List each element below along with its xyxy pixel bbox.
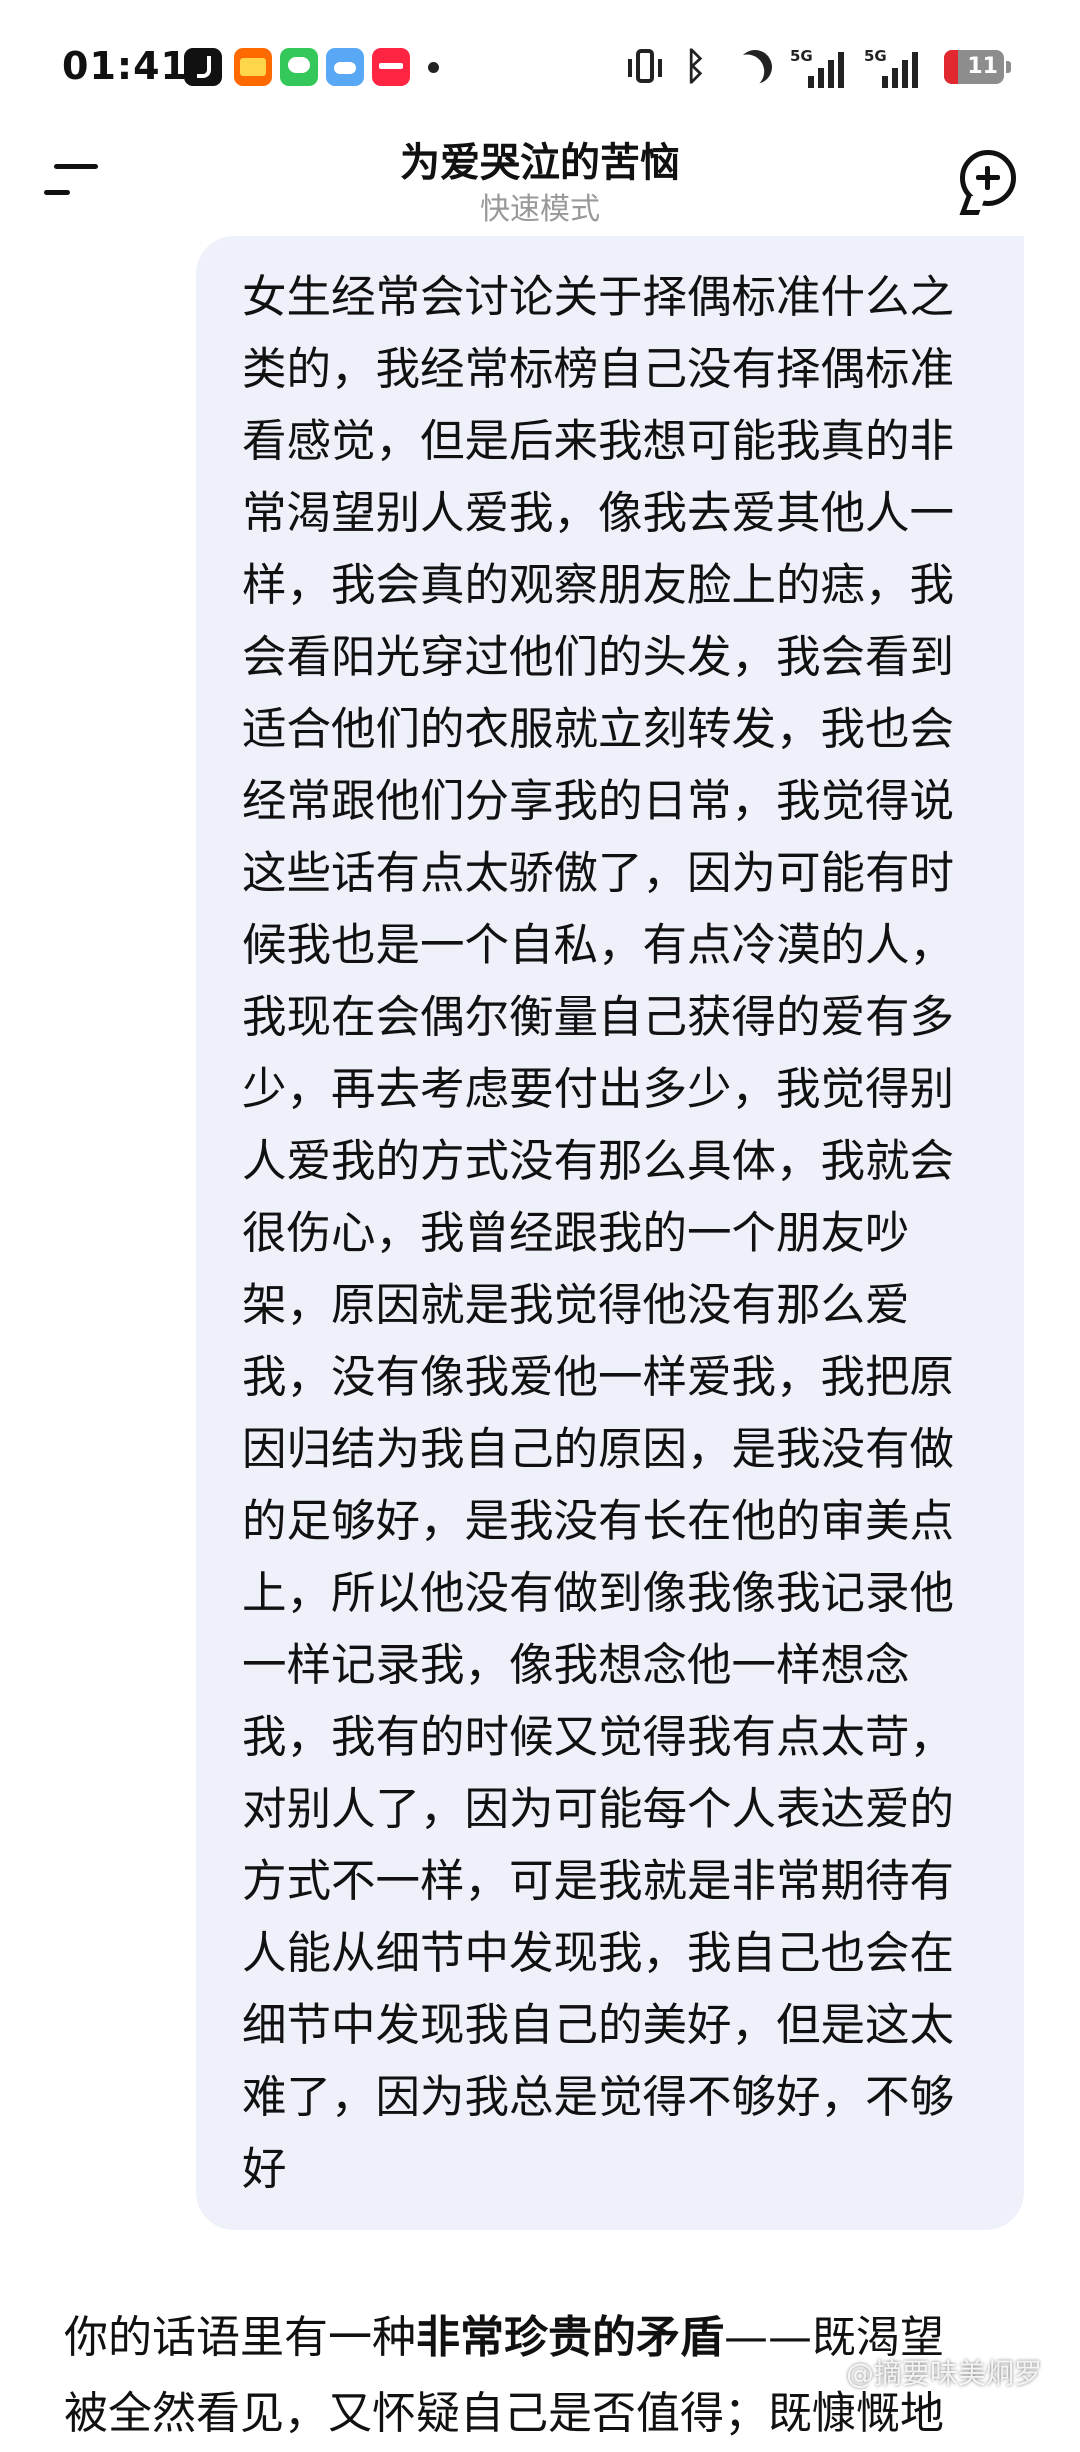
weather-icon [326,48,364,86]
user-message-line: 好 [242,2144,287,2195]
user-message-line: 方式不一样，可是我就是非常期待有 [242,1856,955,1907]
user-message-line: 类的，我经常标榜自己没有择偶标准 [242,344,955,395]
more-notifications-dot [428,62,439,73]
user-message-line: 人能从细节中发现我，我自己也会在 [242,1928,955,1979]
signal-label: 5G [864,47,887,65]
user-message-line: 会看阳光穿过他们的头发，我会看到 [242,632,955,683]
xiaohongshu-icon [372,48,410,86]
signal-label: 5G [790,47,813,65]
signal-icon: 5G [864,48,918,88]
user-message-line: 一样记录我，像我想念他一样想念 [242,1640,910,1691]
user-message-line: 女生经常会讨论关于择偶标准什么之 [242,272,955,323]
chat-header: 为爱哭泣的苦恼 快速模式 [0,120,1080,240]
user-message-text: 女生经常会讨论关于择偶标准什么之 类的，我经常标榜自己没有择偶标准 看感觉，但是后来… [242,262,984,2206]
vibrate-icon [628,49,662,83]
user-message-line: 这些话有点太骄傲了，因为可能有时 [242,848,955,899]
mode-subtitle[interactable]: 快速模式 [0,184,1080,228]
chat-title[interactable]: 为爱哭泣的苦恼 [0,130,1080,188]
status-bar: 01:41 ᛒ 5G 5G 11 [0,0,1080,130]
bluetooth-icon: ᛒ [684,44,707,88]
battery-level: 11 [967,54,998,79]
messages-icon [280,48,318,86]
taobao-flash-icon [234,48,272,86]
user-message-line: 很伤心，我曾经跟我的一个朋友吵 [242,1208,910,1259]
user-message-line: 少，再去考虑要付出多少，我觉得别 [242,1064,955,1115]
battery-icon: 11 [944,50,1011,84]
user-message-line: 适合他们的衣服就立刻转发，我也会 [242,704,955,755]
user-message-line: 样，我会真的观察朋友脸上的痣，我 [242,560,955,611]
reply-text: 你的话语里有一种 [64,2312,416,2363]
user-message-line: 细节中发现我自己的美好，但是这太 [242,2000,955,2051]
user-message-line: 我现在会偶尔衡量自己获得的爱有多 [242,992,955,1043]
reply-bold-text: 非常珍贵的矛盾 [416,2312,724,2363]
user-message-line: 人爱我的方式没有那么具体，我就会 [242,1136,955,1187]
user-message-line: 我，我有的时候又觉得我有点太苛， [242,1712,955,1763]
signal-icon: 5G [790,48,844,88]
user-message-line: 候我也是一个自私，有点冷漠的人， [242,920,955,971]
user-message-line: 我，没有像我爱他一样爱我，我把原 [242,1352,955,1403]
user-message-bubble[interactable]: 女生经常会讨论关于择偶标准什么之 类的，我经常标榜自己没有择偶标准 看感觉，但是后来… [196,236,1024,2230]
user-message-line: 难了，因为我总是觉得不够好，不够 [242,2072,955,2123]
watermark: @摘要味美炯罗 [846,2357,1043,2390]
user-message-line: 的足够好，是我没有长在他的审美点 [242,1496,955,1547]
user-message-line: 看感觉，但是后来我想可能我真的非 [242,416,955,467]
user-message-line: 经常跟他们分享我的日常，我觉得说 [242,776,955,827]
user-message-line: 常渴望别人爱我，像我去爱其他人一 [242,488,955,539]
user-message-line: 对别人了，因为可能每个人表达爱的 [242,1784,955,1835]
battery-fill [944,50,958,84]
user-message-line: 因归结为我自己的原因，是我没有做 [242,1424,955,1475]
tiktok-icon [184,48,222,86]
status-time: 01:41 [62,44,188,88]
do-not-disturb-icon [732,44,778,90]
user-message-line: 上，所以他没有做到像我像我记录他 [242,1568,955,1619]
user-message-line: 架，原因就是我觉得他没有那么爱 [242,1280,910,1331]
